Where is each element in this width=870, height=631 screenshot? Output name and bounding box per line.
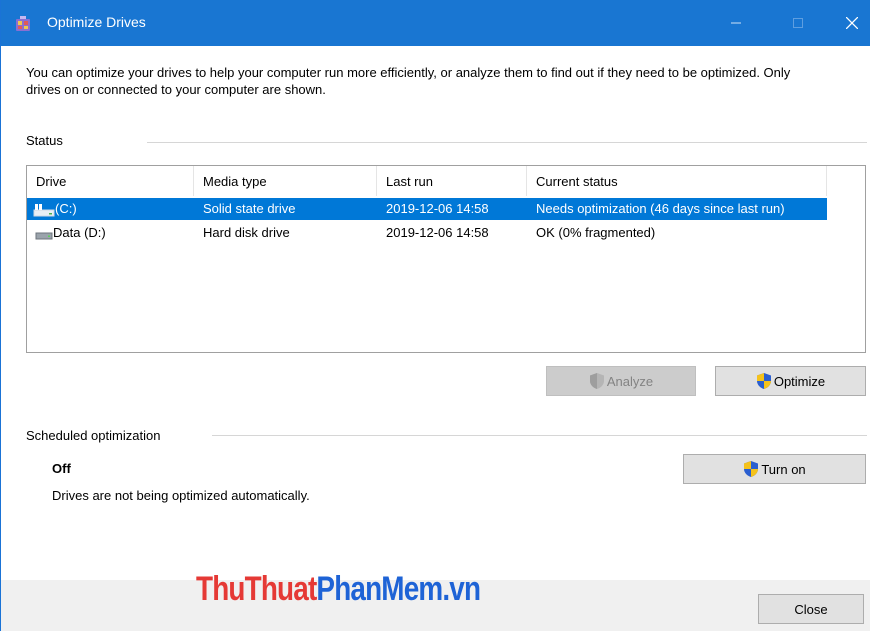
minimize-button[interactable] (713, 0, 759, 46)
close-icon (846, 17, 858, 29)
analyze-button[interactable]: Analyze (546, 366, 696, 396)
watermark-part2: PhanMem (316, 570, 443, 608)
drive-cell: (C:) (33, 198, 77, 220)
column-header-drive[interactable]: Drive (27, 166, 194, 196)
scheduled-divider (212, 435, 867, 436)
maximize-button[interactable] (775, 0, 821, 46)
close-button[interactable]: Close (758, 594, 864, 624)
schedule-state: Off (52, 461, 71, 476)
media-type-cell: Solid state drive (203, 201, 296, 216)
column-header-media-type[interactable]: Media type (194, 166, 377, 196)
title-bar[interactable]: Optimize Drives (1, 0, 870, 46)
maximize-icon (793, 18, 803, 28)
system-drive-icon (33, 203, 55, 217)
watermark-logo: ThuThuatPhanMem.vn (196, 570, 481, 609)
status-divider (147, 142, 867, 143)
window-title: Optimize Drives (47, 14, 146, 30)
schedule-description: Drives are not being optimized automatic… (52, 488, 310, 503)
status-section-label: Status (26, 133, 63, 148)
last-run-cell: 2019-12-06 14:58 (386, 201, 489, 216)
turn-on-button[interactable]: Turn on (683, 454, 866, 484)
current-status-cell: Needs optimization (46 days since last r… (536, 201, 785, 216)
minimize-icon (731, 22, 741, 24)
optimize-label: Optimize (773, 373, 826, 389)
uac-shield-icon (589, 373, 604, 389)
optimize-drives-window: Optimize Drives You can optimize your dr… (0, 0, 870, 631)
drive-row-d[interactable]: Data (D:) Hard disk drive 2019-12-06 14:… (27, 222, 827, 244)
drive-cell: Data (D:) (35, 222, 106, 244)
drive-row-c[interactable]: (C:) Solid state drive 2019-12-06 14:58 … (27, 198, 827, 220)
uac-shield-icon (744, 461, 759, 477)
last-run-cell: 2019-12-06 14:58 (386, 225, 489, 240)
current-status-cell: OK (0% fragmented) (536, 225, 656, 240)
scheduled-section-label: Scheduled optimization (26, 428, 161, 443)
column-header-current-status[interactable]: Current status (527, 166, 827, 196)
drive-name: (C:) (55, 201, 77, 216)
close-window-button[interactable] (829, 0, 870, 46)
list-header: Drive Media type Last run Current status (27, 166, 827, 196)
drive-name: Data (D:) (53, 225, 106, 240)
watermark-part1: ThuThuat (196, 570, 317, 608)
media-type-cell: Hard disk drive (203, 225, 290, 240)
column-header-last-run[interactable]: Last run (377, 166, 527, 196)
analyze-label: Analyze (606, 373, 654, 389)
watermark-part3: .vn (442, 570, 481, 608)
drives-list[interactable]: Drive Media type Last run Current status… (26, 165, 866, 353)
optimize-button[interactable]: Optimize (715, 366, 866, 396)
turn-on-label: Turn on (761, 461, 806, 477)
hard-disk-icon (35, 232, 53, 240)
defrag-app-icon (16, 16, 30, 31)
uac-shield-icon (756, 373, 771, 389)
description-text: You can optimize your drives to help you… (26, 65, 791, 97)
close-label: Close (794, 601, 828, 617)
